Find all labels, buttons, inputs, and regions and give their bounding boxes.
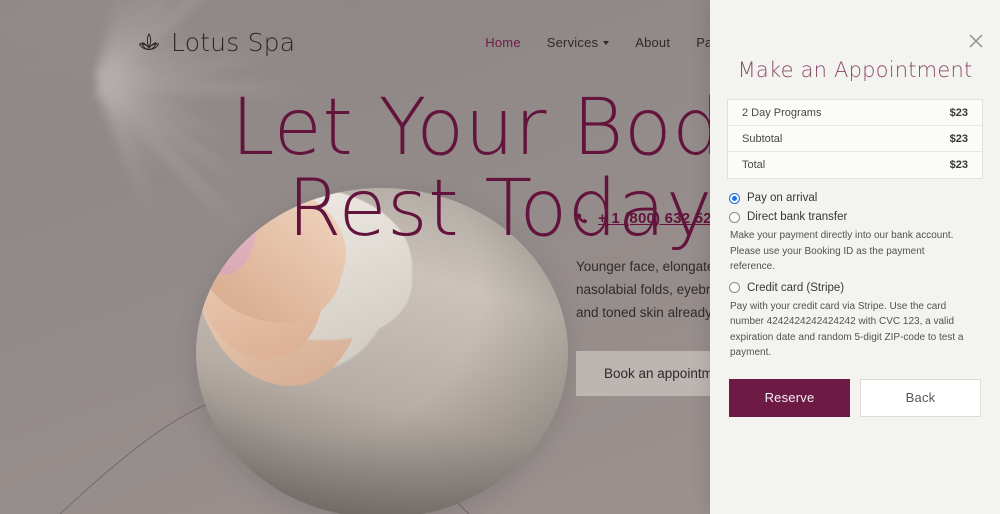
- payment-option-label: Direct bank transfer: [747, 211, 848, 223]
- radio-button[interactable]: [729, 211, 740, 223]
- nav-item-about[interactable]: About: [635, 35, 670, 50]
- nav-item-label: Home: [485, 34, 521, 50]
- panel-title: Make an Appointment: [737, 58, 973, 82]
- order-summary-table: 2 Day Programs $23 Subtotal $23 Total $23: [727, 99, 983, 179]
- payment-option-description: Pay with your credit card via Stripe. Us…: [730, 300, 964, 359]
- payment-method-options: Pay on arrival Direct bank transfer Make y…: [729, 192, 981, 361]
- payment-option: Direct bank transfer Make your payment di…: [729, 211, 981, 275]
- order-row-label: Total: [742, 159, 766, 171]
- radio-button[interactable]: [729, 282, 740, 293]
- order-row-amount: $23: [949, 106, 968, 119]
- logo-text: Lotus Spa: [171, 27, 296, 57]
- phone-icon: [576, 212, 590, 226]
- back-button[interactable]: Back: [860, 378, 981, 417]
- lotus-icon: [136, 31, 162, 53]
- payment-option-radio-row[interactable]: Credit card (Stripe): [729, 282, 981, 294]
- order-row-amount: $23: [949, 132, 968, 145]
- nav-item-label: Services: [546, 34, 599, 50]
- order-row: 2 Day Programs $23: [728, 100, 982, 126]
- payment-option-label: Credit card (Stripe): [747, 281, 845, 294]
- panel-actions: Reserve Back: [729, 378, 981, 417]
- order-row-label: 2 Day Programs: [742, 106, 822, 119]
- appointment-panel: Make an Appointment 2 Day Programs $23 Sub…: [710, 0, 1000, 514]
- payment-option-radio-row[interactable]: Direct bank transfer: [729, 211, 981, 223]
- nav-item-services[interactable]: Services: [546, 34, 610, 50]
- chevron-down-icon: [603, 40, 610, 45]
- radio-button[interactable]: [729, 192, 740, 204]
- order-row: Subtotal $23: [728, 126, 982, 152]
- photo-vignette: [196, 188, 568, 514]
- payment-option-label: Pay on arrival: [747, 192, 818, 204]
- logo[interactable]: Lotus Spa: [136, 28, 295, 57]
- close-icon[interactable]: [965, 30, 987, 52]
- order-row: Total $23: [728, 152, 982, 178]
- order-row-amount: $23: [949, 159, 968, 171]
- payment-option-description: Make your payment directly into our bank…: [730, 230, 954, 272]
- nav-item-home[interactable]: Home: [485, 35, 520, 50]
- hero-photo: [196, 188, 568, 514]
- order-row-label: Subtotal: [742, 132, 783, 145]
- page-root: Lotus Spa HomeServicesAboutPagesContact …: [0, 0, 1000, 514]
- reserve-button[interactable]: Reserve: [729, 378, 850, 417]
- payment-option: Pay on arrival: [729, 192, 981, 204]
- payment-option-radio-row[interactable]: Pay on arrival: [729, 192, 981, 204]
- payment-option: Credit card (Stripe) Pay with your credit…: [729, 282, 981, 361]
- nav-item-label: About: [635, 34, 671, 50]
